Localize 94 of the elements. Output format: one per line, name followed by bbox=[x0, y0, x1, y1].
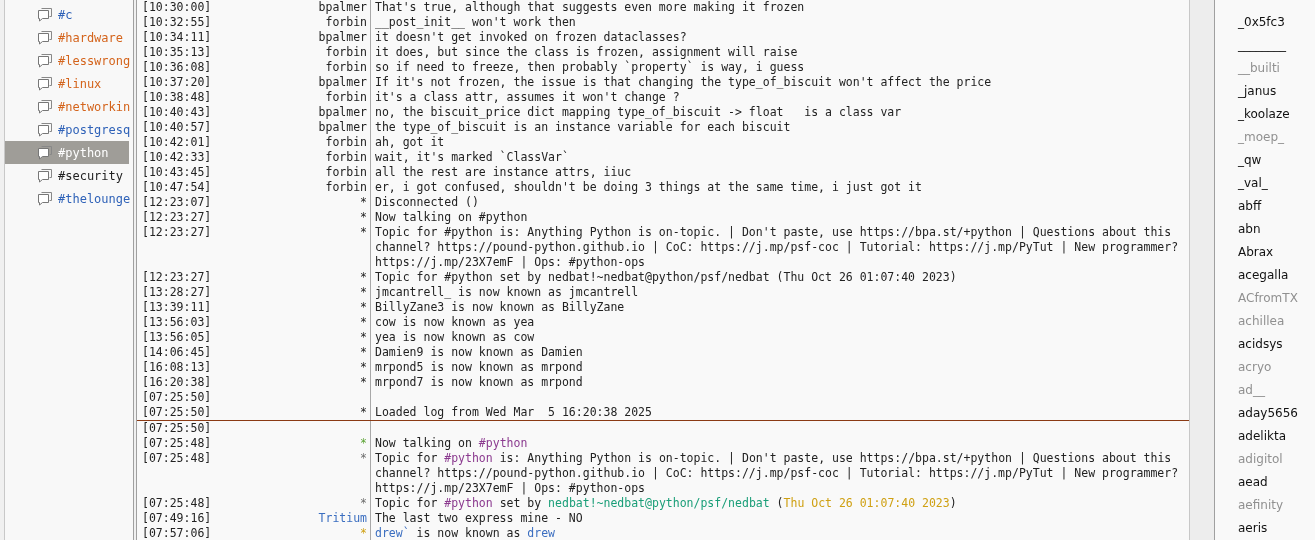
user-list-item[interactable]: aeris bbox=[1238, 517, 1315, 540]
timestamp: [13:39:11] bbox=[142, 300, 213, 315]
timestamp: [07:25:50] bbox=[142, 405, 213, 420]
nick-label: * bbox=[359, 360, 368, 375]
nick-label: * bbox=[359, 405, 368, 420]
nick-label: * bbox=[359, 496, 368, 511]
channel-item[interactable]: #security bbox=[5, 164, 129, 187]
user-list-item[interactable]: _0x5fc3 bbox=[1238, 11, 1315, 34]
timestamp: [10:37:20] bbox=[142, 75, 213, 90]
timestamp: [07:57:06] bbox=[142, 526, 213, 540]
channel-item[interactable]: #postgresq bbox=[5, 118, 129, 141]
nick-label: * bbox=[359, 375, 368, 390]
nick-label: * bbox=[359, 210, 368, 225]
nick-label: forbin bbox=[324, 60, 368, 75]
nick-label: * bbox=[359, 330, 368, 345]
timestamp: [07:25:48] bbox=[142, 496, 213, 511]
chat-bubble-icon bbox=[37, 76, 53, 91]
nick-label: bpalmer bbox=[317, 105, 368, 120]
nick-label: forbin bbox=[324, 150, 368, 165]
chat-bubble-icon bbox=[37, 30, 53, 45]
timestamp: [10:38:48] bbox=[142, 90, 213, 105]
timestamp: [07:49:16] bbox=[142, 511, 213, 526]
nick-label: * bbox=[359, 436, 368, 451]
nick-label: * bbox=[359, 285, 368, 300]
user-list-item[interactable]: abff bbox=[1238, 195, 1315, 218]
timestamp: [07:25:48] bbox=[142, 436, 213, 451]
nick-label: * bbox=[359, 195, 368, 210]
chat-bubble-icon bbox=[37, 168, 53, 183]
timestamp: [10:40:57] bbox=[142, 120, 213, 135]
timestamp: [12:23:27] bbox=[142, 270, 213, 285]
nick-label: forbin bbox=[324, 90, 368, 105]
channel-item[interactable]: #hardware bbox=[5, 26, 129, 49]
timestamp: [13:56:05] bbox=[142, 330, 213, 345]
timestamp: [10:42:33] bbox=[142, 150, 213, 165]
timestamp: [13:56:03] bbox=[142, 315, 213, 330]
user-list-item[interactable]: _qw bbox=[1238, 149, 1315, 172]
nick-label: * bbox=[359, 451, 368, 467]
nick-label: forbin bbox=[324, 165, 368, 180]
nick-label: * bbox=[359, 270, 368, 285]
chat-bubble-icon bbox=[37, 122, 53, 137]
channel-item[interactable]: #thelounge bbox=[5, 187, 129, 210]
timestamp: [10:47:54] bbox=[142, 180, 213, 195]
chat-bubble-icon bbox=[37, 7, 53, 22]
timestamp: [07:25:48] bbox=[142, 451, 213, 467]
timestamp: [10:30:00] bbox=[142, 0, 213, 15]
nick-label: Tritium bbox=[317, 511, 368, 526]
timestamp: [12:23:07] bbox=[142, 195, 213, 210]
channel-item[interactable]: #networkin bbox=[5, 95, 129, 118]
timestamp: [10:43:45] bbox=[142, 165, 213, 180]
user-list-item[interactable]: acidsys bbox=[1238, 333, 1315, 356]
user-list-item[interactable]: Abrax bbox=[1238, 241, 1315, 264]
chat-bubble-icon bbox=[37, 99, 53, 114]
timestamp: [10:35:13] bbox=[142, 45, 213, 60]
timestamp: [07:25:50] bbox=[142, 390, 213, 405]
nick-label: bpalmer bbox=[317, 0, 368, 15]
user-list-item[interactable]: aead bbox=[1238, 471, 1315, 494]
nick-label: bpalmer bbox=[317, 30, 368, 45]
timestamp: [16:08:13] bbox=[142, 360, 213, 375]
nick-label: forbin bbox=[324, 180, 368, 195]
channel-item[interactable]: #c bbox=[5, 3, 129, 26]
nick-label: * bbox=[359, 300, 368, 315]
timestamp: [10:36:08] bbox=[142, 60, 213, 75]
nick-label: forbin bbox=[324, 135, 368, 150]
timestamp: [16:20:38] bbox=[142, 375, 213, 390]
chat-bubble-icon bbox=[37, 145, 53, 160]
nick-label: * bbox=[359, 225, 368, 241]
user-list-item[interactable]: _koolaze bbox=[1238, 103, 1315, 126]
nick-label: bpalmer bbox=[317, 120, 368, 135]
nick-label: * bbox=[359, 345, 368, 360]
user-list-item[interactable]: abn bbox=[1238, 218, 1315, 241]
chat-bubble-icon bbox=[37, 191, 53, 206]
timestamp: [10:40:43] bbox=[142, 105, 213, 120]
timestamp: [12:23:27] bbox=[142, 225, 213, 241]
nick-label: forbin bbox=[324, 15, 368, 30]
timestamp: [13:28:27] bbox=[142, 285, 213, 300]
nick-label: * bbox=[359, 526, 368, 540]
timestamp: [10:34:11] bbox=[142, 30, 213, 45]
channel-item[interactable]: #linux bbox=[5, 72, 129, 95]
nick-label: forbin bbox=[324, 45, 368, 60]
channel-item[interactable]: #lesswrong bbox=[5, 49, 129, 72]
user-list-item[interactable]: _janus bbox=[1238, 80, 1315, 103]
user-list-item[interactable]: _val_ bbox=[1238, 172, 1315, 195]
nick-label: * bbox=[359, 315, 368, 330]
user-list-item[interactable]: adelikta bbox=[1238, 425, 1315, 448]
timestamp: [10:32:55] bbox=[142, 15, 213, 30]
nick-label: bpalmer bbox=[317, 75, 368, 90]
chat-bubble-icon bbox=[37, 53, 53, 68]
user-list-item[interactable]: acegalla bbox=[1238, 264, 1315, 287]
timestamp: [12:23:27] bbox=[142, 210, 213, 225]
user-list-item[interactable]: ________ bbox=[1238, 34, 1315, 57]
user-list-item[interactable]: aday5656 bbox=[1238, 402, 1315, 425]
timestamp: [10:42:01] bbox=[142, 135, 213, 150]
timestamp: [14:06:45] bbox=[142, 345, 213, 360]
timestamp: [07:25:50] bbox=[142, 421, 213, 436]
